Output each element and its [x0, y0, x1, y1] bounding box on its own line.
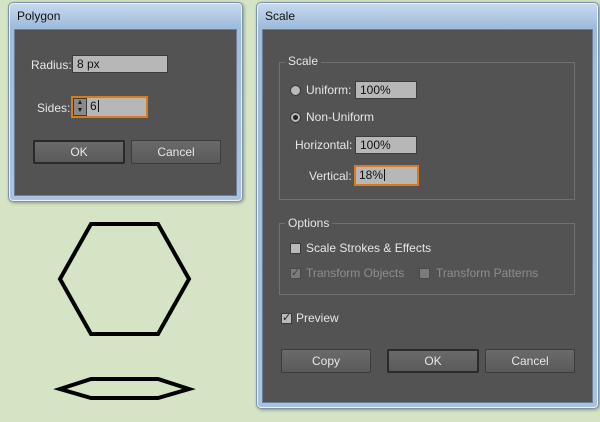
scale-strokes-checkbox[interactable] [290, 243, 301, 254]
preview-checkbox[interactable]: ✓ [281, 313, 292, 324]
options-group-label: Options [285, 216, 333, 230]
scale-ok-button[interactable]: OK [387, 349, 479, 373]
non-uniform-radio[interactable] [290, 112, 301, 123]
uniform-radio[interactable] [290, 85, 301, 96]
uniform-input[interactable]: 100% [355, 81, 417, 99]
sides-input[interactable]: 6 [87, 98, 146, 116]
horizontal-label: Horizontal: [295, 138, 353, 152]
scaled-hexagon-shape [53, 377, 196, 400]
radio-selected-dot [293, 115, 298, 120]
sides-label: Sides: [37, 101, 71, 115]
transform-patterns-label: Transform Patterns [436, 266, 539, 280]
scale-dialog-body: Scale Uniform: 100% Non-Uniform Horizont… [262, 29, 593, 403]
radius-label: Radius: [31, 58, 72, 72]
polygon-cancel-button[interactable]: Cancel [131, 140, 221, 164]
radius-input[interactable]: 8 px [72, 55, 168, 73]
text-caret [384, 169, 386, 181]
sides-stepper[interactable]: ▲ ▼ [73, 98, 87, 116]
transform-objects-label: Transform Objects [306, 266, 405, 280]
scale-cancel-button[interactable]: Cancel [485, 349, 575, 373]
scale-dialog: Scale Scale Uniform: 100% Non-Uniform Ho… [256, 2, 599, 409]
uniform-label[interactable]: Uniform: [306, 83, 351, 97]
polygon-dialog: Polygon Radius: 8 px Sides: ▲ ▼ 6 OK Can… [8, 2, 243, 202]
vertical-label: Vertical: [309, 169, 352, 183]
hexagon-shape [57, 222, 192, 336]
transform-patterns-checkbox [419, 268, 430, 279]
transform-objects-checkbox: ✓ [290, 267, 301, 279]
horizontal-input[interactable]: 100% [355, 136, 417, 154]
scale-dialog-title: Scale [265, 9, 296, 23]
vertical-input[interactable]: 18% [354, 165, 419, 186]
stepper-down-icon[interactable]: ▼ [74, 107, 86, 115]
sides-field-focus: ▲ ▼ 6 [71, 96, 148, 118]
text-caret [97, 100, 99, 112]
polygon-dialog-body: Radius: 8 px Sides: ▲ ▼ 6 OK Cancel [14, 29, 237, 196]
options-group [279, 223, 575, 295]
polygon-dialog-title: Polygon [17, 9, 61, 23]
non-uniform-label[interactable]: Non-Uniform [306, 110, 374, 124]
scale-group-label: Scale [285, 54, 322, 68]
preview-label[interactable]: Preview [296, 311, 339, 325]
copy-button[interactable]: Copy [281, 349, 371, 373]
vertical-value: 18% [359, 168, 384, 182]
polygon-ok-button[interactable]: OK [33, 140, 125, 164]
stepper-up-icon[interactable]: ▲ [74, 99, 86, 107]
scale-strokes-label[interactable]: Scale Strokes & Effects [306, 241, 431, 255]
sides-value: 6 [90, 99, 97, 113]
